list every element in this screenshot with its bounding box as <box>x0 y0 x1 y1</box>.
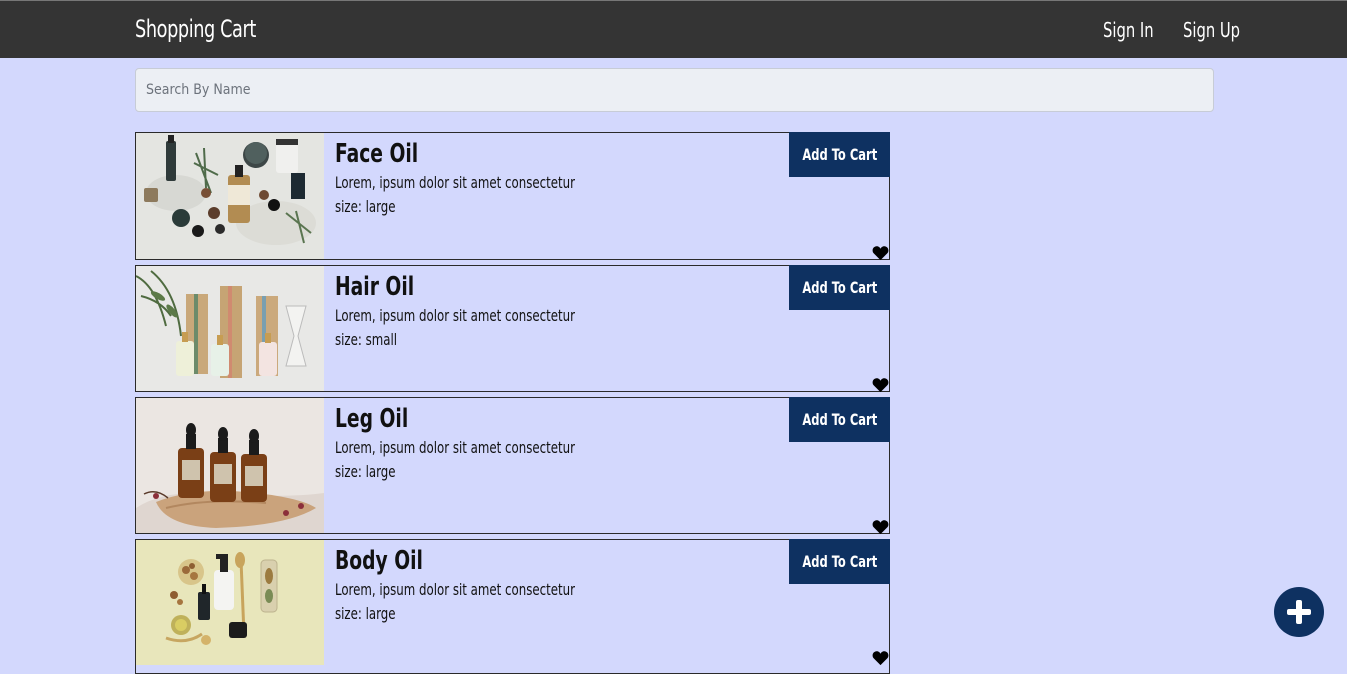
heart-icon[interactable] <box>872 377 889 393</box>
product-card-leg-oil: Leg Oil Lorem, ipsum dolor sit amet cons… <box>135 397 890 535</box>
add-to-cart-label: Add To Cart <box>802 145 877 164</box>
product-card-body-oil: Body Oil Lorem, ipsum dolor sit amet con… <box>135 539 890 674</box>
add-to-cart-button[interactable]: Add To Cart <box>789 132 890 177</box>
add-to-cart-button[interactable]: Add To Cart <box>789 539 890 584</box>
sign-in-link[interactable]: Sign In <box>1103 18 1154 42</box>
sign-up-link[interactable]: Sign Up <box>1183 18 1240 42</box>
product-size: size: small <box>335 330 398 349</box>
product-size: size: large <box>335 462 396 481</box>
product-image-leg-oil <box>136 398 324 533</box>
heart-icon[interactable] <box>872 245 889 261</box>
product-title: Hair Oil <box>335 272 415 302</box>
search-input[interactable] <box>135 68 1214 112</box>
navbar: Shopping Cart Sign In Sign Up <box>0 0 1347 58</box>
product-description: Lorem, ipsum dolor sit amet consectetur <box>335 306 575 325</box>
product-image-hair-oil <box>136 266 324 391</box>
product-description: Lorem, ipsum dolor sit amet consectetur <box>335 173 575 192</box>
add-to-cart-label: Add To Cart <box>802 552 877 571</box>
add-product-button[interactable] <box>1274 587 1324 637</box>
product-card-face-oil: Face Oil Lorem, ipsum dolor sit amet con… <box>135 132 890 261</box>
product-description: Lorem, ipsum dolor sit amet consectetur <box>335 580 575 599</box>
product-image-face-oil <box>136 133 324 259</box>
add-to-cart-button[interactable]: Add To Cart <box>789 397 890 442</box>
product-title: Body Oil <box>335 546 423 576</box>
product-size: size: large <box>335 604 396 623</box>
add-to-cart-label: Add To Cart <box>802 410 877 429</box>
product-title: Leg Oil <box>335 404 409 434</box>
plus-icon <box>1287 600 1311 624</box>
product-image-body-oil <box>136 540 324 673</box>
product-card-hair-oil: Hair Oil Lorem, ipsum dolor sit amet con… <box>135 265 890 393</box>
product-size: size: large <box>335 197 396 216</box>
heart-icon[interactable] <box>872 519 889 535</box>
brand-title[interactable]: Shopping Cart <box>135 15 256 43</box>
product-description: Lorem, ipsum dolor sit amet consectetur <box>335 438 575 457</box>
product-title: Face Oil <box>335 139 419 169</box>
add-to-cart-button[interactable]: Add To Cart <box>789 265 890 310</box>
heart-icon[interactable] <box>872 650 889 666</box>
add-to-cart-label: Add To Cart <box>802 278 877 297</box>
